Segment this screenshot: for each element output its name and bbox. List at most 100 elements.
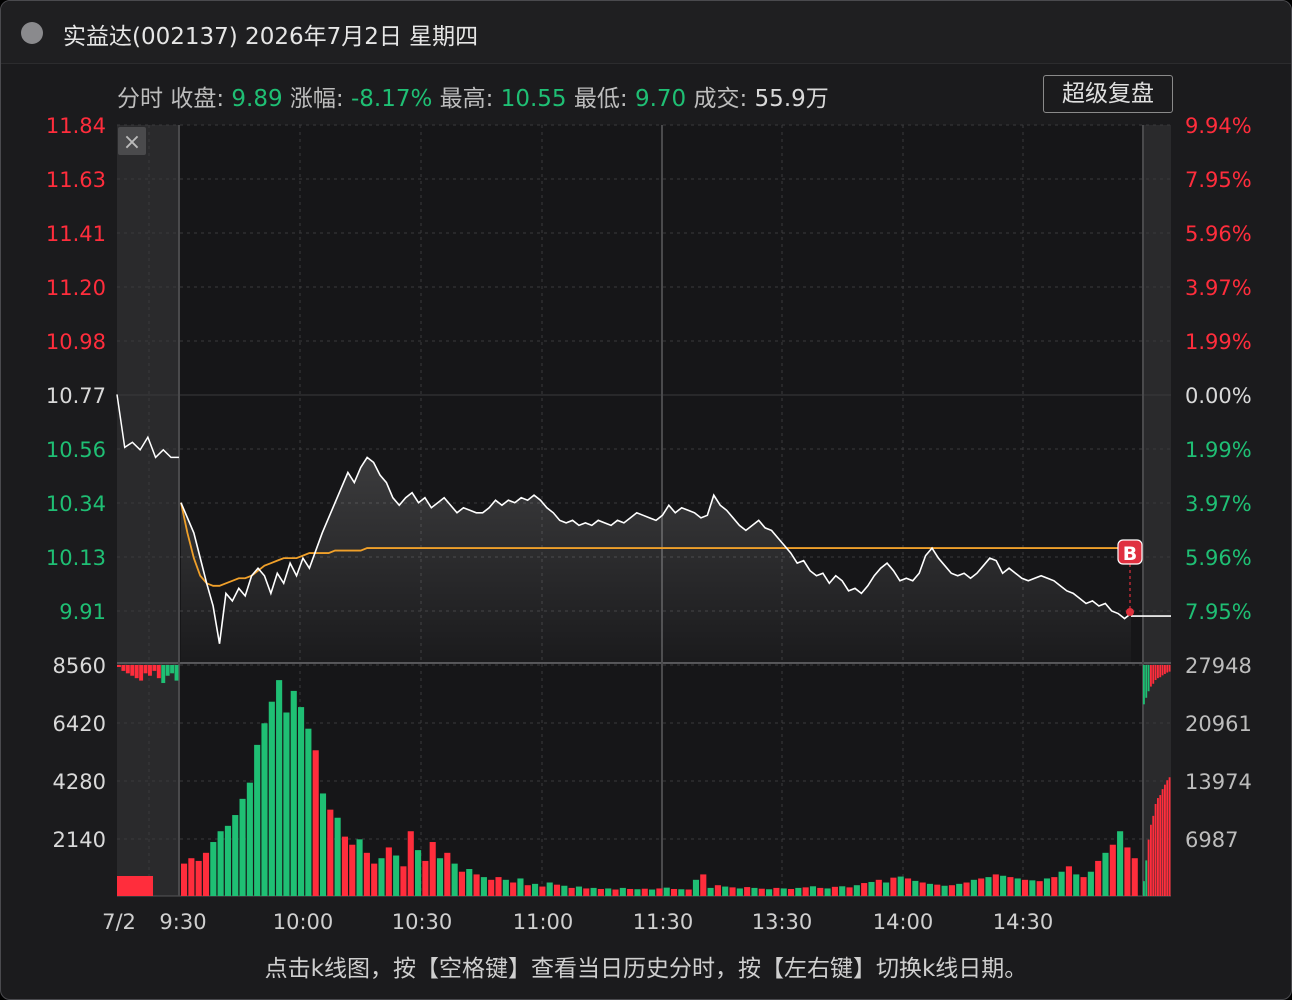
app-window: 实益达(002137) 2026年7月2日 星期四 分时 收盘: 9.89 涨幅… — [0, 0, 1292, 1000]
volume-bar — [751, 887, 758, 896]
volume-bar — [429, 842, 436, 896]
volume-bar — [934, 884, 941, 896]
volume-bar — [546, 882, 553, 896]
post-market-volume-bar — [1147, 839, 1150, 896]
volume-bar — [356, 839, 363, 896]
post-market-volume-bar — [1164, 784, 1166, 896]
volume-bar — [276, 680, 283, 896]
percent-axis-label: 7.95% — [1185, 168, 1252, 192]
time-axis-label: 7/2 — [102, 910, 136, 934]
volume-bar — [181, 863, 188, 896]
pre-market-volume-bar — [148, 665, 152, 676]
close-chart-button[interactable]: × — [118, 127, 146, 155]
chart-area — [117, 125, 1171, 896]
pre-auction-volume-bar — [117, 876, 153, 896]
volume-bar — [422, 860, 429, 896]
pre-market-volume-bar — [121, 665, 126, 671]
percent-axis-label: 3.97% — [1185, 276, 1252, 300]
volume-bar — [246, 782, 253, 896]
volume-bar — [371, 863, 378, 896]
percent-axis-label: 1.99% — [1185, 438, 1252, 462]
pre-market-volume-bar — [152, 665, 157, 671]
volume-bar — [283, 712, 290, 896]
time-axis-label: 14:00 — [873, 910, 934, 934]
volume-bar — [1043, 878, 1051, 896]
volume-bar — [787, 888, 795, 896]
pre-market-volume-bar — [125, 665, 130, 674]
volume-bar — [985, 877, 992, 896]
volume-bar — [195, 860, 202, 896]
time-axis-label: 13:30 — [752, 910, 813, 934]
volume-bar — [290, 690, 297, 896]
post-market-volume-bar — [1157, 798, 1159, 896]
percent-axis-label: 5.96% — [1185, 222, 1252, 246]
intraday-chart: B 11.84 11.63 11.41 11.20 10.98 10.77 10.56 10.… — [46, 114, 1252, 934]
volume-axis-label: 2140 — [53, 828, 106, 852]
volume-bar — [605, 888, 612, 896]
volume-bar — [305, 728, 312, 896]
volume-bar — [1087, 871, 1094, 896]
volume-bar — [349, 844, 356, 896]
volume-bar — [1051, 877, 1058, 896]
volume-bar — [1029, 880, 1036, 896]
volume-bar — [312, 750, 319, 896]
volume-bar — [868, 881, 875, 896]
volume-bar — [634, 889, 641, 896]
volume-bar — [883, 882, 890, 896]
volume-bar — [861, 883, 868, 896]
volume-bar — [948, 885, 955, 896]
volume-bar — [473, 874, 480, 896]
post-market-volume-bar — [1168, 777, 1171, 896]
percent-axis-label: 9.94% — [1185, 114, 1252, 138]
volume-bar — [400, 866, 407, 896]
volume-bar — [1073, 874, 1080, 896]
volume-bar — [685, 889, 692, 896]
volume-bar — [978, 878, 985, 896]
pre-market-volume-bar — [134, 665, 139, 679]
volume-bar — [692, 879, 700, 896]
volume-bar — [722, 886, 729, 896]
pre-market-volume-bar — [174, 665, 179, 681]
volume-bar — [795, 887, 802, 896]
percent-axis-label: 3.97% — [1185, 492, 1252, 516]
post-market-volume-bar — [1150, 824, 1152, 896]
volume-bar — [1036, 881, 1043, 896]
buy-marker-label: B — [1123, 543, 1137, 565]
volume-bar — [466, 869, 473, 896]
volume-axis-label: 8560 — [53, 654, 106, 678]
pre-market-volume-bar — [161, 665, 166, 684]
volume-bar — [568, 887, 575, 896]
volume-bar — [210, 842, 217, 896]
volume-bar — [831, 886, 838, 896]
volume-bar — [583, 888, 590, 896]
volume-bar — [656, 888, 663, 896]
volume-bar — [744, 887, 751, 896]
time-axis-label: 9:30 — [159, 910, 206, 934]
volume-bar — [641, 888, 648, 896]
volume-bar — [436, 858, 444, 896]
pre-market-volume-bar — [117, 665, 121, 667]
volume-bar — [1095, 860, 1102, 896]
volume-bar — [188, 858, 195, 896]
volume-bar — [1021, 879, 1029, 896]
pre-market-volume-bar — [143, 665, 148, 674]
post-market-volume-bar — [1161, 789, 1164, 896]
volume-bar — [575, 886, 583, 896]
percent-axis-label: 5.96% — [1185, 546, 1252, 570]
volume-bar — [700, 874, 707, 896]
volume-bar — [415, 850, 422, 896]
volume-bar — [839, 886, 846, 896]
volume-bar — [670, 888, 678, 896]
volume-bar — [627, 888, 634, 896]
volume-bar — [488, 879, 495, 896]
volume-bar — [444, 852, 451, 896]
percent-axis-label: 7.95% — [1185, 600, 1252, 624]
volume-bar — [1014, 878, 1021, 896]
volume-bar — [1131, 858, 1138, 896]
volume-bar — [202, 852, 210, 896]
post-market-hanging-bar — [1159, 665, 1162, 678]
price-axis-label: 10.77 — [46, 384, 106, 408]
volume-bar — [378, 858, 385, 896]
time-axis-label: 11:30 — [633, 910, 694, 934]
volume-bar — [532, 883, 539, 896]
